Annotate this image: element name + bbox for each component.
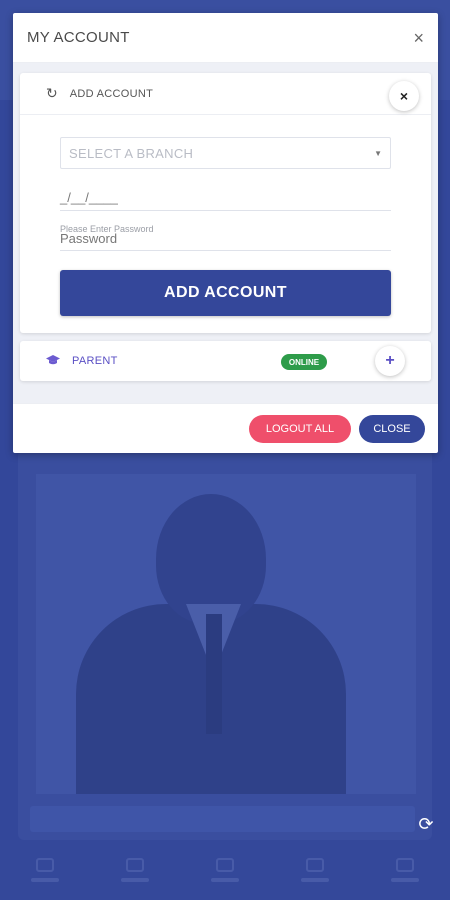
graduation-cap-icon: [46, 354, 60, 369]
close-button[interactable]: CLOSE: [359, 414, 425, 443]
add-child-account-button[interactable]: +: [375, 346, 405, 376]
add-account-heading: ADD ACCOUNT: [69, 87, 154, 100]
nav-label: [31, 878, 59, 882]
parent-account-row[interactable]: PARENT ONLINE +: [20, 341, 431, 381]
date-input-value: _/__/____: [60, 190, 118, 205]
nav-label: [121, 878, 149, 882]
close-icon: ×: [399, 88, 409, 104]
refresh-fab-icon[interactable]: ⟳: [410, 808, 442, 840]
bottom-navigation: [0, 840, 450, 900]
bottom-nav-item-1: [15, 850, 75, 890]
bottom-nav-item-5: [375, 850, 435, 890]
close-icon[interactable]: ×: [413, 29, 424, 47]
chevron-down-icon: ▼: [374, 148, 382, 158]
password-placeholder: Password: [60, 231, 118, 246]
add-account-button[interactable]: ADD ACCOUNT: [60, 270, 391, 316]
add-account-form: SELECT A BRANCH ▼ _/__/____ Please Enter…: [20, 115, 431, 316]
background-card-button: [30, 806, 415, 832]
nav-label: [301, 878, 329, 882]
photo-tie-shape: [206, 614, 222, 734]
modal-title: MY ACCOUNT: [27, 29, 130, 46]
plus-icon: +: [385, 352, 395, 369]
profile-photo: [36, 474, 416, 794]
refresh-icon: ↻: [46, 85, 58, 101]
nav-icon: [216, 858, 234, 872]
modal-body: ↻ ADD ACCOUNT × SELECT A BRANCH ▼ _/__/_…: [13, 63, 438, 403]
nav-icon: [396, 858, 414, 872]
nav-icon: [36, 858, 54, 872]
bottom-nav-item-4: [285, 850, 345, 890]
modal-header: MY ACCOUNT ×: [13, 13, 438, 63]
collapse-panel-button[interactable]: ×: [389, 81, 419, 111]
nav-icon: [306, 858, 324, 872]
logout-all-button[interactable]: LOGOUT ALL: [249, 414, 351, 443]
modal-footer: LOGOUT ALL CLOSE: [13, 403, 438, 453]
password-input[interactable]: Please Enter Password Password: [60, 219, 391, 251]
add-account-panel-header: ↻ ADD ACCOUNT ×: [20, 73, 431, 115]
status-badge: ONLINE: [281, 354, 327, 370]
bottom-nav-item-3: [195, 850, 255, 890]
add-account-panel: ↻ ADD ACCOUNT × SELECT A BRANCH ▼ _/__/_…: [20, 73, 431, 333]
my-account-modal: MY ACCOUNT × ↻ ADD ACCOUNT × SELECT A BR…: [13, 13, 438, 453]
nav-icon: [126, 858, 144, 872]
branch-select[interactable]: SELECT A BRANCH ▼: [60, 137, 391, 169]
nav-label: [391, 878, 419, 882]
bottom-nav-item-2: [105, 850, 165, 890]
nav-label: [211, 878, 239, 882]
date-input[interactable]: _/__/____: [60, 183, 391, 211]
branch-select-placeholder: SELECT A BRANCH: [69, 145, 194, 161]
parent-label: PARENT: [72, 355, 118, 367]
